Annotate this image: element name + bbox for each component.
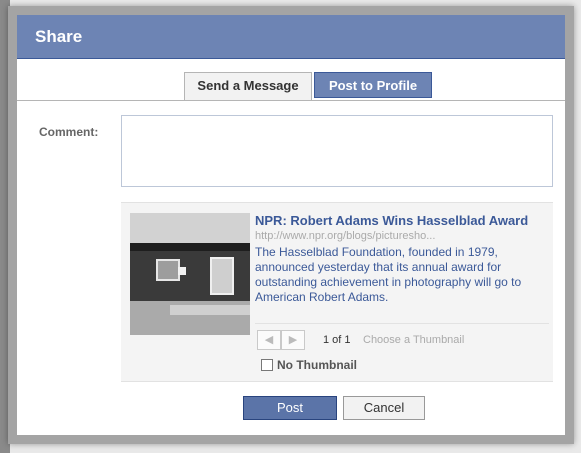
thumbnail-pager: ◀ ▶ 1 of 1 Choose a Thumbnail — [255, 323, 549, 352]
tab-bar: Send a Message Post to Profile — [17, 72, 565, 101]
comment-label: Comment: — [39, 125, 99, 139]
left-arrow-icon[interactable]: ◀ — [257, 330, 281, 350]
no-thumbnail-label: No Thumbnail — [277, 358, 357, 372]
post-button[interactable]: Post — [243, 396, 337, 420]
tab-post-to-profile[interactable]: Post to Profile — [314, 72, 432, 98]
right-arrow-icon[interactable]: ▶ — [281, 330, 305, 350]
link-description: The Hasselblad Foundation, founded in 19… — [255, 245, 522, 304]
thumbnail-count: 1 of 1 — [323, 334, 351, 346]
link-url: http://www.npr.org/blogs/picturesho... — [255, 230, 436, 242]
share-dialog: Share Send a Message Post to Profile Com… — [8, 6, 574, 444]
choose-thumbnail-hint: Choose a Thumbnail — [363, 334, 465, 346]
cancel-button[interactable]: Cancel — [343, 396, 425, 420]
link-thumbnail — [130, 213, 250, 335]
link-title[interactable]: NPR: Robert Adams Wins Hasselblad Award — [255, 213, 549, 228]
link-attachment: NPR: Robert Adams Wins Hasselblad Award … — [121, 202, 553, 382]
no-thumbnail-option[interactable]: No Thumbnail — [261, 358, 357, 372]
comment-input[interactable] — [121, 115, 553, 187]
dialog-title: Share — [17, 15, 565, 59]
no-thumbnail-checkbox[interactable] — [261, 359, 273, 371]
tab-send-message[interactable]: Send a Message — [184, 72, 312, 100]
